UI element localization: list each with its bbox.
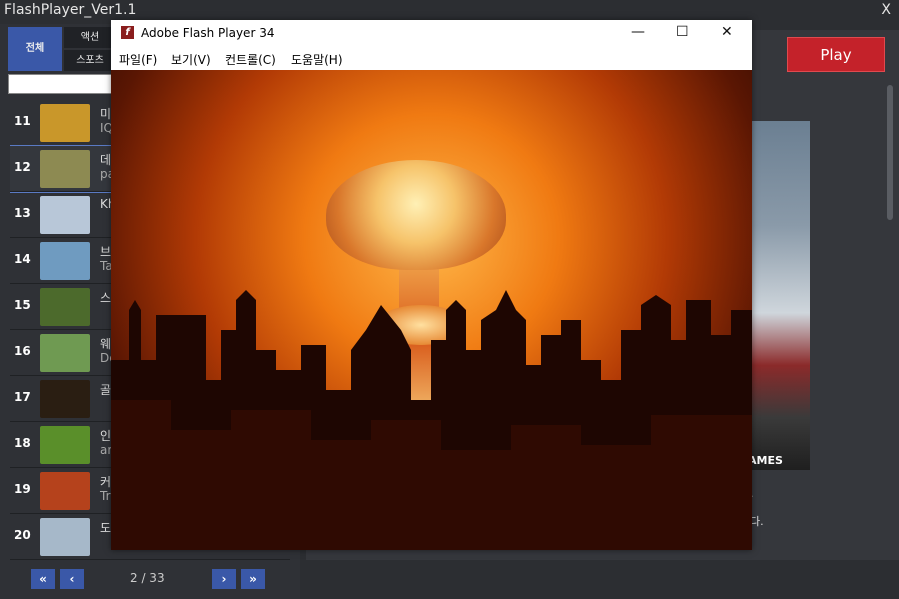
game-thumbnail [40, 150, 90, 188]
game-number: 20 [14, 528, 31, 542]
game-thumbnail [40, 288, 90, 326]
game-number: 16 [14, 344, 31, 358]
app-title: FlashPlayer_Ver1.1 [4, 2, 137, 18]
app-close-button[interactable]: X [881, 2, 891, 18]
last-page-button[interactable]: » [241, 569, 265, 589]
game-number: 19 [14, 482, 31, 496]
flash-window-title: Adobe Flash Player 34 [141, 26, 275, 40]
category-tab-all[interactable]: 전체 [8, 27, 62, 71]
game-thumbnail [40, 104, 90, 142]
game-name: 데 [100, 153, 112, 167]
page-indicator: 2 / 33 [130, 571, 165, 585]
play-button[interactable]: Play [787, 37, 885, 72]
game-thumbnail [40, 242, 90, 280]
first-page-button[interactable]: « [31, 569, 55, 589]
game-number: 11 [14, 114, 31, 128]
game-number: 17 [14, 390, 31, 404]
game-thumbnail [40, 426, 90, 464]
game-thumbnail [40, 472, 90, 510]
game-name: 브 [100, 245, 112, 259]
next-page-button[interactable]: › [212, 569, 236, 589]
flash-game-canvas[interactable] [111, 70, 752, 550]
game-name: 도 [100, 521, 112, 535]
game-name: 미 [100, 107, 112, 121]
game-number: 15 [14, 298, 31, 312]
menu-file[interactable]: 파일(F) [119, 51, 157, 68]
game-thumbnail [40, 334, 90, 372]
flash-player-window: f Adobe Flash Player 34 — ☐ ✕ 파일(F) 보기(V… [111, 20, 752, 550]
description-line: 다. [750, 515, 764, 528]
game-name: 골 [100, 383, 112, 397]
game-number: 12 [14, 160, 31, 174]
flash-logo-icon: f [121, 26, 134, 39]
city-skyline [111, 290, 752, 550]
detail-scrollbar[interactable] [887, 85, 893, 220]
minimize-button[interactable]: — [631, 24, 645, 40]
prev-page-button[interactable]: ‹ [60, 569, 84, 589]
game-number: 14 [14, 252, 31, 266]
game-thumbnail [40, 196, 90, 234]
game-name: 스 [100, 291, 112, 305]
game-number: 13 [14, 206, 31, 220]
menu-control[interactable]: 컨트롤(C) [225, 51, 276, 68]
game-thumbnail [40, 380, 90, 418]
game-preview-image [744, 121, 810, 470]
game-number: 18 [14, 436, 31, 450]
game-name: 인 [100, 429, 112, 443]
game-name: 커 [100, 475, 112, 489]
search-input[interactable] [8, 74, 118, 94]
game-thumbnail [40, 518, 90, 556]
category-tab-action[interactable]: 액션 [64, 27, 116, 48]
category-tab-sports[interactable]: 스포츠 [64, 50, 116, 71]
flash-window-titlebar[interactable]: f Adobe Flash Player 34 — ☐ ✕ [111, 20, 752, 48]
game-name: 웨 [100, 337, 112, 351]
menu-view[interactable]: 보기(V) [171, 51, 211, 68]
preview-label: AMES [748, 454, 783, 467]
pagination: « ‹ 2 / 33 › » [0, 568, 300, 594]
flash-menubar: 파일(F) 보기(V) 컨트롤(C) 도움말(H) [111, 48, 752, 70]
close-button[interactable]: ✕ [721, 24, 733, 40]
maximize-button[interactable]: ☐ [676, 24, 689, 40]
game-subtitle: Tr [100, 489, 111, 503]
menu-help[interactable]: 도움말(H) [291, 51, 343, 68]
explosion-cloud [326, 160, 506, 270]
bottom-bar [306, 560, 899, 599]
